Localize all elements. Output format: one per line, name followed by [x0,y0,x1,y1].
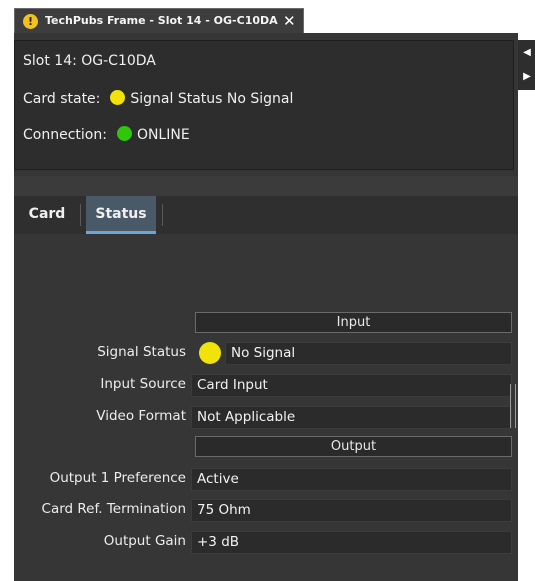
warning-icon: ! [23,14,38,29]
video-format-label: Video Format [96,408,186,424]
status-content: Input Signal Status No Signal Input Sour… [14,234,518,581]
close-icon[interactable]: ✕ [283,12,296,30]
connection-label: Connection: [23,127,107,143]
output-gain-field: +3 dB [191,531,512,554]
online-dot-icon [116,126,132,141]
document-tab-title: TechPubs Frame - Slot 14 - OG-C10DA [45,14,278,27]
tab-separator [162,204,163,226]
card-ref-termination-field: 75 Ohm [191,499,512,522]
tab-strip: ! TechPubs Frame - Slot 14 - OG-C10DA ✕ [0,0,535,34]
slot-title: Slot 14: OG-C10DA [23,53,156,69]
side-scroll-arrows: ◀ ▶ [518,40,535,90]
tab-bar: Card Status [14,196,518,234]
output1-preference-label: Output 1 Preference [49,470,186,486]
video-format-field: Not Applicable [191,406,512,429]
card-header: Slot 14: OG-C10DA Card state: Signal Stat… [14,40,514,170]
divider-bar [14,176,518,196]
tab-separator [80,204,81,226]
input-source-field: Card Input [191,374,512,397]
signal-status-label: Signal Status [97,344,186,360]
signal-status-field: No Signal [225,342,512,365]
tab-status[interactable]: Status [86,196,156,234]
connection-value: ONLINE [136,127,190,143]
output-section-header: Output [195,436,512,457]
output-gain-label: Output Gain [103,533,186,549]
chevron-right-icon[interactable]: ▶ [522,67,532,87]
splitter-handle[interactable] [510,384,516,428]
signal-indicator-icon [199,342,221,364]
input-source-label: Input Source [100,376,186,392]
card-ref-termination-label: Card Ref. Termination [41,501,186,517]
main-panel: Slot 14: OG-C10DA Card state: Signal Stat… [14,33,518,581]
document-tab[interactable]: ! TechPubs Frame - Slot 14 - OG-C10DA ✕ [14,8,304,34]
card-state-line: Card state: Signal Status No Signal [23,90,293,107]
status-dot-icon [110,90,126,105]
input-section-header: Input [195,312,512,333]
card-state-label: Card state: [23,91,101,107]
output1-preference-field: Active [191,468,512,491]
chevron-left-icon[interactable]: ◀ [522,43,532,63]
card-state-value: Signal Status No Signal [130,91,294,107]
tab-card[interactable]: Card [14,196,80,234]
connection-line: Connection: ONLINE [23,126,190,143]
